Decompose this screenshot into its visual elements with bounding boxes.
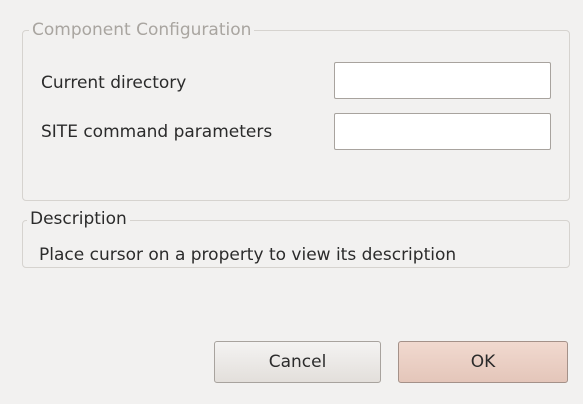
current-directory-label: Current directory: [41, 73, 187, 93]
current-directory-input[interactable]: [334, 62, 551, 99]
site-command-parameters-input[interactable]: [334, 113, 551, 150]
component-configuration-legend: Component Configuration: [29, 20, 255, 40]
component-configuration-dialog: Component Configuration Current director…: [0, 0, 583, 404]
site-command-parameters-label: SITE command parameters: [41, 122, 273, 142]
description-text: Place cursor on a property to view its d…: [39, 245, 457, 265]
cancel-button[interactable]: Cancel: [214, 341, 381, 383]
description-legend: Description: [27, 209, 130, 229]
ok-button[interactable]: OK: [398, 341, 568, 383]
